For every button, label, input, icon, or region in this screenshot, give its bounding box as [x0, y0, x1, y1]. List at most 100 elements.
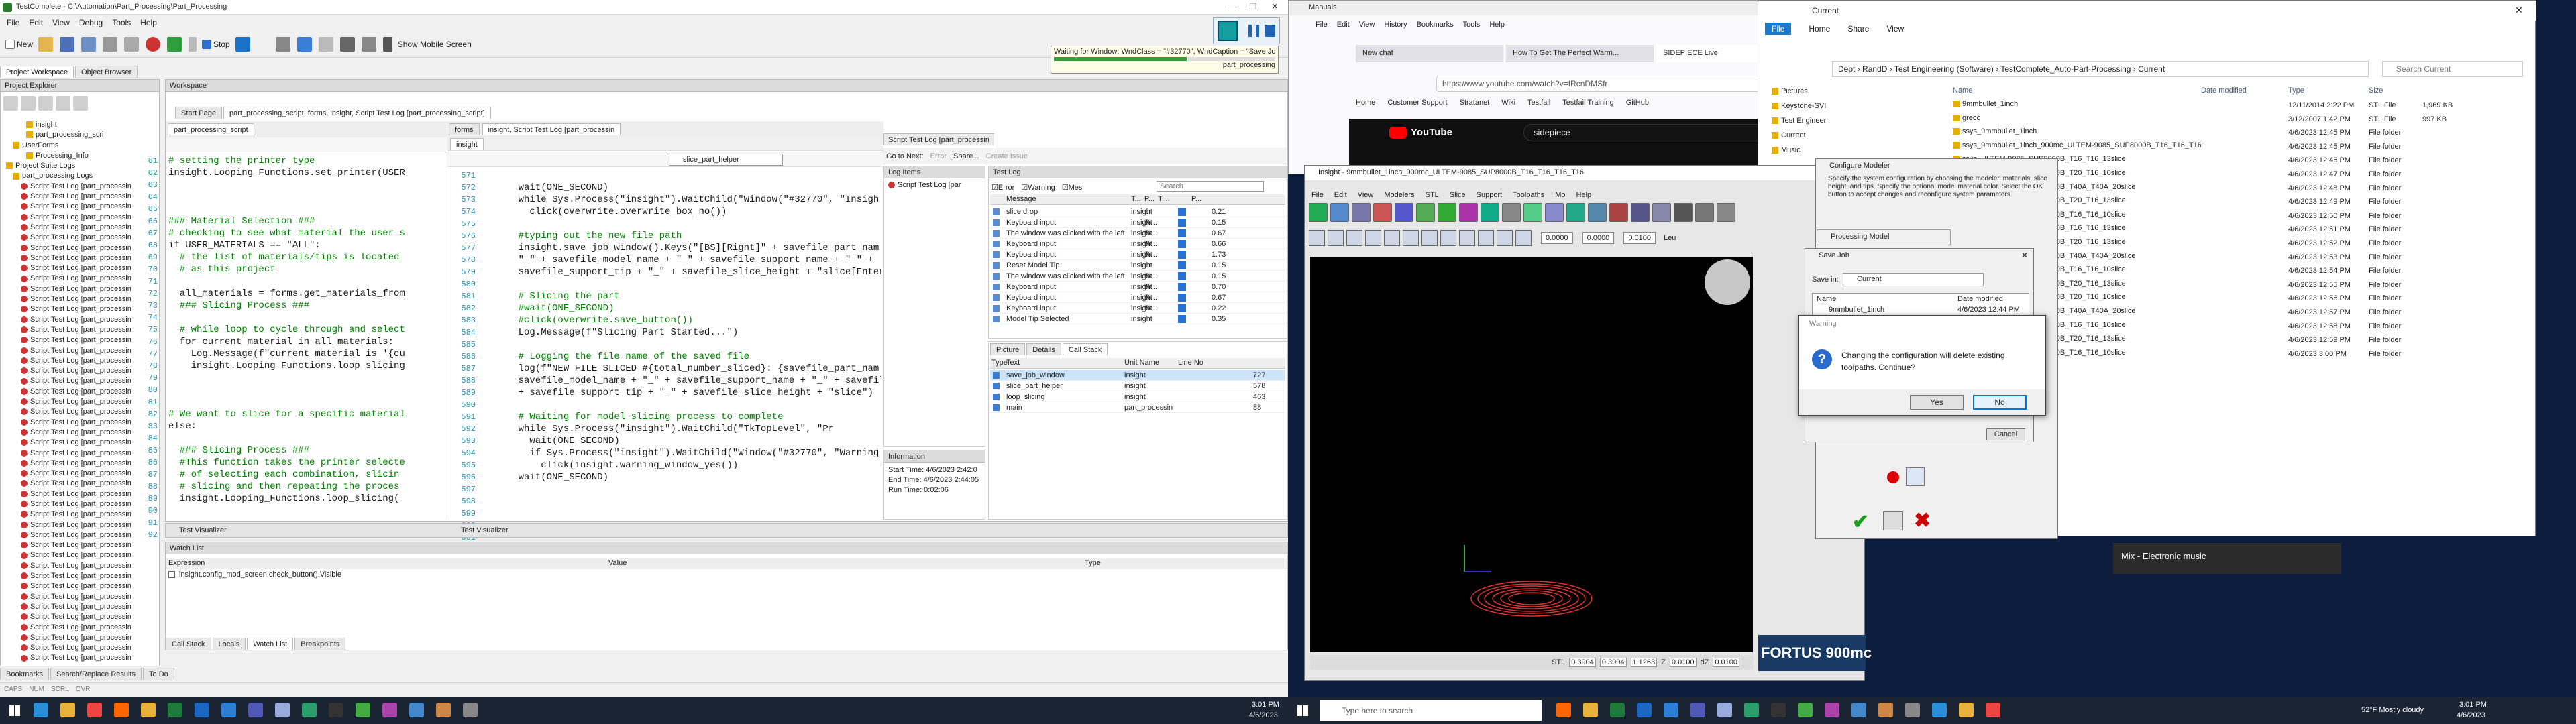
ff-tab-0[interactable]: New chat: [1356, 45, 1503, 62]
fe-close-icon[interactable]: ✕: [2515, 5, 2523, 16]
file-row[interactable]: 4/6/2023 12:46 PM File folder: [2201, 155, 2536, 169]
log-row[interactable]: The window was clicked with the left mou…: [990, 271, 1285, 282]
ff-url-bar[interactable]: https://www.youtube.com/watch?v=fRcnDMSf…: [1436, 76, 1812, 92]
testcomplete-taskbar-icon[interactable]: [302, 703, 317, 717]
debug-icon[interactable]: [235, 36, 250, 52]
teams-taskbar-icon[interactable]: [1771, 703, 1786, 717]
code-line[interactable]: ### Slicing Process ###: [168, 300, 446, 312]
insight-menu-slice[interactable]: Slice: [1450, 191, 1466, 199]
teams-taskbar-icon[interactable]: [248, 703, 263, 717]
vscode-taskbar-icon[interactable]: [221, 703, 236, 717]
excel-taskbar-icon[interactable]: [1690, 703, 1705, 717]
fe-tab-view[interactable]: View: [1886, 24, 1904, 34]
start-icon-left[interactable]: [9, 705, 20, 716]
code-line[interactable]: # as this project: [168, 263, 446, 276]
file-row[interactable]: 4/6/2023 3:00 PM File folder: [2201, 349, 2536, 363]
insight-tool2-icon[interactable]: [1478, 230, 1494, 246]
log-row[interactable]: The window was clicked with the left mou…: [990, 228, 1285, 239]
stop-button[interactable]: Stop: [202, 39, 230, 49]
code-line[interactable]: [496, 507, 881, 518]
insight-tool-icon[interactable]: [1545, 203, 1564, 222]
file-row[interactable]: 12/11/2014 2:22 PM STL File 1,969 KB: [2201, 100, 2536, 114]
panel-tab-0[interactable]: Project Workspace: [0, 66, 74, 78]
code-line[interactable]: # Slicing the part: [496, 290, 881, 302]
terminal-taskbar-icon[interactable]: [1851, 703, 1866, 717]
code-line[interactable]: #click(overwrite.save_button()): [496, 314, 881, 326]
breadcrumb-2[interactable]: Test Engineering (Software): [1894, 64, 1994, 74]
code-line[interactable]: [168, 312, 446, 324]
run-dropdown-icon[interactable]: [189, 36, 197, 52]
filter-error[interactable]: ☑Error: [991, 183, 1014, 192]
ff-menu-tools[interactable]: Tools: [1463, 21, 1481, 29]
app-taskbar-icon[interactable]: [1932, 703, 1947, 717]
bottom-tab-2[interactable]: Watch List: [247, 638, 294, 650]
code-line[interactable]: if Sys.Process("insight").WaitChild("Win…: [496, 447, 881, 459]
code-line[interactable]: "_" + savefile_model_name + "_" + savefi…: [496, 254, 881, 266]
collapse-icon[interactable]: [73, 96, 88, 111]
code-line[interactable]: [168, 372, 446, 384]
insight-tool-icon[interactable]: [1695, 203, 1714, 222]
menu-help[interactable]: Help: [140, 18, 157, 27]
log-picture-icon[interactable]: [1178, 261, 1186, 269]
file-name[interactable]: 9mmbullet_1inch: [1953, 100, 2201, 114]
insight-tool-icon[interactable]: [1674, 203, 1693, 222]
code-line[interactable]: [168, 191, 446, 203]
insight-tool2-icon[interactable]: [1384, 230, 1400, 246]
insight-menu-view[interactable]: View: [1358, 191, 1374, 199]
ff-bookmark-3[interactable]: Wiki: [1501, 99, 1515, 107]
file-row[interactable]: 4/6/2023 12:45 PM File folder: [2201, 141, 2536, 156]
terminal-taskbar-icon[interactable]: [329, 703, 343, 717]
save-cancel-button[interactable]: Cancel: [1986, 428, 2025, 440]
insight-tool-icon[interactable]: [1309, 203, 1328, 222]
stack-row[interactable]: main part_processin 88: [990, 402, 1285, 413]
insight-tool-icon[interactable]: [1438, 203, 1456, 222]
workspace-tab-1[interactable]: part_processing_script, forms, insight, …: [223, 107, 491, 119]
insight-tool2-icon[interactable]: [1309, 230, 1325, 246]
insight-tool-icon[interactable]: [1330, 203, 1349, 222]
file-row[interactable]: 4/6/2023 12:52 PM File folder: [2201, 238, 2536, 252]
file-row[interactable]: 4/6/2023 12:50 PM File folder: [2201, 210, 2536, 225]
view-sphere[interactable]: [1705, 259, 1750, 305]
log-row[interactable]: Keyboard input. insight%... 0.15: [990, 217, 1285, 228]
code-line[interactable]: while Sys.Process("insight").WaitChild("…: [496, 194, 881, 206]
file-name[interactable]: ssys_9mmbullet_1inch: [1953, 127, 2201, 141]
tree-log-item[interactable]: Script Test Log [part_processin: [3, 592, 158, 602]
bottom-tab-3[interactable]: Breakpoints: [294, 638, 346, 650]
outlook-taskbar-icon[interactable]: [195, 703, 209, 717]
excel-taskbar-icon[interactable]: [168, 703, 182, 717]
code-line[interactable]: [496, 339, 881, 351]
file-row[interactable]: 4/6/2023 12:54 PM File folder: [2201, 265, 2536, 280]
tree-log-item[interactable]: Script Test Log [part_processin: [3, 571, 158, 581]
code-line[interactable]: click(overwrite.overwrite_box_no()): [496, 206, 881, 218]
fe-nav-item[interactable]: Test Engineer: [1772, 113, 1845, 128]
stop-record-icon[interactable]: [1265, 25, 1275, 37]
insight-tool-icon[interactable]: [1481, 203, 1499, 222]
insight-tool-icon[interactable]: [1588, 203, 1607, 222]
filter-checkbox[interactable]: ☑: [1062, 184, 1069, 192]
save-all-icon[interactable]: [81, 36, 97, 52]
code-line[interactable]: [168, 505, 446, 517]
insight-tool-icon[interactable]: [1352, 203, 1371, 222]
chrome-taskbar-icon[interactable]: [87, 703, 102, 717]
routine-select[interactable]: slice_part_helper: [669, 154, 783, 166]
file-row[interactable]: 4/6/2023 12:59 PM File folder: [2201, 335, 2536, 349]
breadcrumb-3[interactable]: TestComplete_Auto-Part-Processing: [2000, 64, 2131, 74]
tree-item[interactable]: part_processing_scri: [3, 130, 158, 140]
file-row[interactable]: 3/12/2007 1:42 PM STL File 997 KB: [2201, 114, 2536, 128]
ok-check-icon[interactable]: ✔: [1852, 510, 1869, 534]
code-line[interactable]: # checking to see what material the user…: [168, 227, 446, 239]
bottom-tab-1[interactable]: Locals: [212, 638, 246, 650]
ff-bookmark-0[interactable]: Home: [1356, 99, 1375, 107]
tree-log-item[interactable]: Script Test Log [part_processin: [3, 653, 158, 663]
code-line[interactable]: #typing out the new file path: [496, 230, 881, 242]
insight-menu-edit[interactable]: Edit: [1334, 191, 1347, 199]
save-name-entry[interactable]: 9mmbullet_1inch: [1829, 306, 1884, 314]
tree-log-item[interactable]: Script Test Log [part_processin: [3, 540, 158, 550]
step-icon[interactable]: [275, 36, 290, 52]
fe-tab-home[interactable]: Home: [1809, 24, 1830, 34]
insight-tool-icon[interactable]: [1652, 203, 1671, 222]
code-line[interactable]: # We want to slice for a specific materi…: [168, 408, 446, 420]
file-name[interactable]: greco: [1953, 114, 2201, 128]
filter-mes[interactable]: ☑Mes: [1062, 183, 1083, 192]
app-taskbar-icon[interactable]: [436, 703, 451, 717]
